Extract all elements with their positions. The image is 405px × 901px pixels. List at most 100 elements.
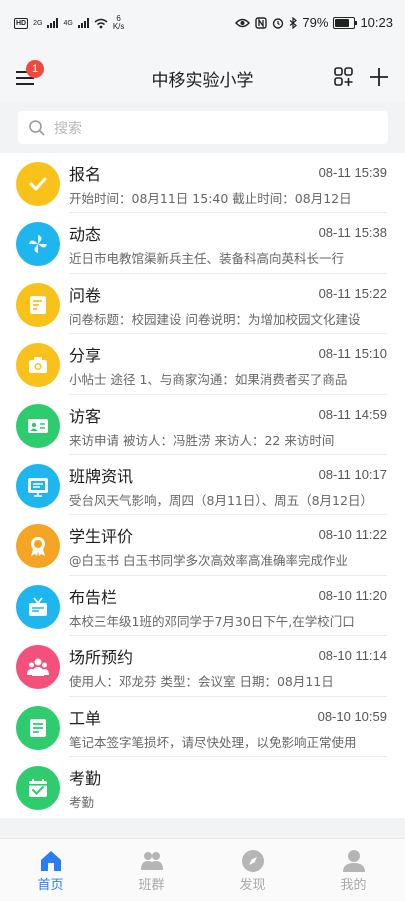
clock: 10:23	[360, 15, 393, 30]
item-description: 开始时间：08月11日 15:40 截止时间：08月12日	[69, 191, 352, 206]
item-title: 工单	[69, 708, 102, 728]
item-avatar	[16, 222, 60, 267]
item-time: 08-10 11:20	[318, 587, 387, 603]
home-icon	[41, 851, 61, 871]
tab-label: 班群	[138, 878, 165, 893]
document-icon	[30, 718, 46, 737]
item-time: 08-10 10:59	[317, 708, 387, 724]
item-title: 班牌资讯	[69, 467, 134, 486]
item-description: 受台风天气影响，周四（8月11日）、周五（8月12日）	[69, 493, 373, 508]
app-header: 1 中移实验小学	[0, 52, 405, 102]
status-bar: HD 2G 4G 6 K/s 79% 10:23	[0, 0, 405, 52]
people-icon	[27, 658, 49, 677]
board-icon	[28, 478, 48, 497]
medal-icon	[31, 537, 45, 557]
search-placeholder: 搜索	[54, 120, 82, 137]
wifi-icon	[94, 18, 108, 28]
item-time: 08-11 14:59	[318, 406, 387, 422]
item-description: 小帖士 途径 1、与商家沟通：如果消费者买了商品	[69, 372, 348, 388]
search-icon	[29, 119, 45, 136]
list-item[interactable]: 班牌资讯 08-11 10:17 受台风天气影响，周四（8月11日）、周五（8月12…	[0, 455, 405, 516]
calendar-check-icon	[29, 779, 47, 797]
tab-group[interactable]: 班群	[101, 839, 202, 901]
list-item[interactable]: 报名 08-11 15:39 开始时间：08月11日 15:40 截止时间：08月1…	[0, 153, 405, 214]
hd-badge: HD	[14, 17, 29, 29]
signal-label-1: 2G	[33, 19, 43, 27]
list-item[interactable]: 问卷 08-11 15:22 问卷标题：校园建设 问卷说明：为增加校园文化建设	[0, 274, 405, 335]
status-left: HD 2G 4G 6 K/s	[14, 15, 124, 31]
tab-label: 发现	[239, 878, 266, 893]
status-right: 79% 10:23	[235, 15, 393, 30]
message-list: 报名 08-11 15:39 开始时间：08月11日 15:40 截止时间：08月1…	[0, 153, 405, 818]
battery-percent: 79%	[302, 15, 329, 30]
item-description: 来访申请 被访人：冯胜涝 来访人：22 来访时间	[69, 432, 335, 448]
bottom-tab-bar: 首页 班群 发现 我的	[0, 838, 405, 901]
item-title: 报名	[69, 165, 102, 184]
add-icon[interactable]	[368, 66, 390, 88]
tab-discover[interactable]: 发现	[202, 839, 303, 901]
tab-label: 我的	[340, 878, 367, 893]
compass-icon	[242, 850, 264, 872]
item-title: 布告栏	[69, 587, 118, 607]
item-description: 近日市电教馆渠新兵主任、装备科高向英科长一行	[69, 251, 345, 267]
list-item[interactable]: 分享 08-11 15:10 小帖士 途径 1、与商家沟通：如果消费者买了商品	[0, 334, 405, 395]
item-title: 分享	[69, 346, 102, 366]
search-bar[interactable]: 搜索	[18, 111, 388, 144]
item-description: 考勤	[69, 795, 95, 810]
list-item[interactable]: 布告栏 08-10 11:20 本校三年级1班的邓同学于7月30日下午,在学校门口	[0, 576, 405, 637]
questionnaire-icon	[30, 295, 46, 314]
list-item[interactable]: 访客 08-11 14:59 来访申请 被访人：冯胜涝 来访人：22 来访时间	[0, 395, 405, 455]
item-avatar	[16, 403, 60, 448]
id-card-icon	[28, 418, 48, 433]
item-avatar	[16, 524, 60, 569]
item-title: 学生评价	[69, 527, 134, 547]
person-icon	[343, 850, 365, 872]
item-description: 本校三年级1班的邓同学于7月30日下午,在学校门口	[69, 613, 355, 629]
tab-label: 首页	[37, 878, 64, 893]
item-avatar	[16, 584, 60, 629]
item-time: 08-11 15:10	[318, 346, 387, 362]
signal-icon-2	[77, 18, 89, 28]
signal-icon	[47, 18, 59, 28]
item-time: 08-11 15:22	[318, 285, 387, 301]
signal-label-2: 4G	[63, 19, 73, 27]
battery-icon	[333, 16, 358, 29]
check-icon	[29, 177, 47, 191]
item-avatar	[16, 282, 60, 327]
item-time: 08-11 10:17	[318, 467, 387, 482]
battery-fill	[335, 18, 349, 27]
item-description: 笔记本签字笔损坏，请尽快处理，以免影响正常使用	[69, 734, 357, 750]
item-title: 考勤	[69, 769, 102, 788]
item-time: 08-11 15:39	[318, 165, 387, 180]
item-description: 问卷标题：校园建设 问卷说明：为增加校园文化建设	[69, 311, 361, 327]
item-avatar	[16, 162, 60, 206]
item-time: 08-10 11:14	[318, 648, 387, 664]
item-title: 动态	[69, 225, 102, 245]
nfc-icon	[255, 16, 268, 29]
notice-icon	[29, 597, 47, 616]
alarm-icon	[273, 17, 284, 29]
list-item[interactable]: 动态 08-11 15:38 近日市电教馆渠新兵主任、装备科高向英科长一行	[0, 213, 405, 274]
list-item[interactable]: 考勤 考勤	[0, 757, 405, 817]
list-item[interactable]: 学生评价 08-10 11:22 @白玉书 白玉书同学多次高效率高准确率完成作业	[0, 515, 405, 576]
list-item[interactable]: 场所预约 08-10 11:14 使用人：邓龙芬 类型：会议室 日期：08月11日	[0, 636, 405, 697]
item-time: 08-10 11:22	[318, 527, 387, 543]
net-speed: 6 K/s	[113, 15, 125, 31]
net-speed-unit: K/s	[112, 22, 125, 31]
tab-home[interactable]: 首页	[0, 839, 101, 901]
apps-icon[interactable]	[333, 66, 355, 88]
item-title: 场所预约	[69, 648, 134, 668]
item-title: 访客	[69, 406, 102, 426]
item-avatar	[16, 645, 60, 690]
item-avatar	[16, 705, 60, 750]
item-avatar	[16, 343, 60, 388]
list-item[interactable]: 工单 08-10 10:59 笔记本签字笔损坏，请尽快处理，以免影响正常使用	[0, 697, 405, 757]
tab-profile[interactable]: 我的	[303, 839, 404, 901]
pinwheel-icon	[29, 235, 47, 254]
eye-icon	[235, 18, 251, 27]
item-avatar	[16, 464, 60, 508]
bluetooth-icon	[290, 16, 298, 29]
item-description: 使用人：邓龙芬 类型：会议室 日期：08月11日	[69, 674, 334, 690]
item-title: 问卷	[69, 285, 102, 305]
camera-icon	[29, 357, 47, 374]
